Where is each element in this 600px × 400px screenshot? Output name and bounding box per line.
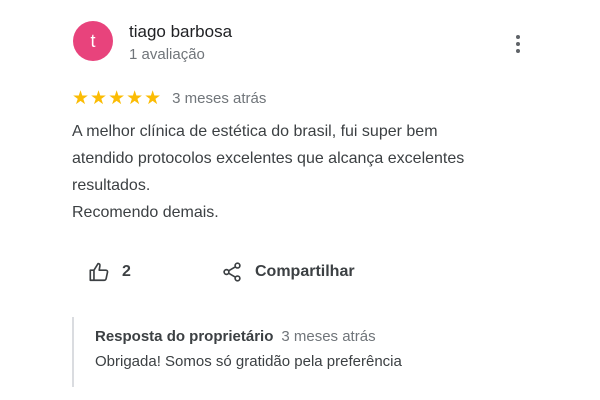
owner-reply: Resposta do proprietário 3 meses atrás Ob… bbox=[72, 317, 534, 387]
share-label: Compartilhar bbox=[255, 263, 355, 280]
star-rating-icons: ★★★★★ bbox=[72, 87, 163, 109]
owner-reply-header: Resposta do proprietário 3 meses atrás bbox=[95, 328, 376, 345]
thumb-up-icon bbox=[88, 261, 110, 283]
avatar[interactable]: t bbox=[73, 21, 113, 61]
more-dot bbox=[516, 49, 520, 53]
like-button[interactable]: 2 bbox=[88, 260, 131, 284]
rating-row: ★★★★★ 3 meses atrás bbox=[72, 87, 266, 109]
owner-reply-title: Resposta do proprietário bbox=[95, 328, 274, 345]
like-count: 2 bbox=[122, 263, 131, 280]
reviewer-name[interactable]: tiago barbosa bbox=[129, 22, 232, 42]
more-dot bbox=[516, 42, 520, 46]
owner-reply-text: Obrigada! Somos só gratidão pela preferê… bbox=[95, 353, 402, 370]
owner-reply-date: 3 meses atrás bbox=[281, 328, 376, 345]
more-dot bbox=[516, 35, 520, 39]
more-options-icon[interactable] bbox=[508, 32, 528, 56]
share-icon bbox=[221, 261, 243, 283]
review-date: 3 meses atrás bbox=[172, 89, 267, 107]
share-button[interactable]: Compartilhar bbox=[221, 260, 355, 284]
reviewer-review-count: 1 avaliação bbox=[129, 46, 205, 63]
review-text: A melhor clínica de estética do brasil, … bbox=[72, 123, 465, 221]
